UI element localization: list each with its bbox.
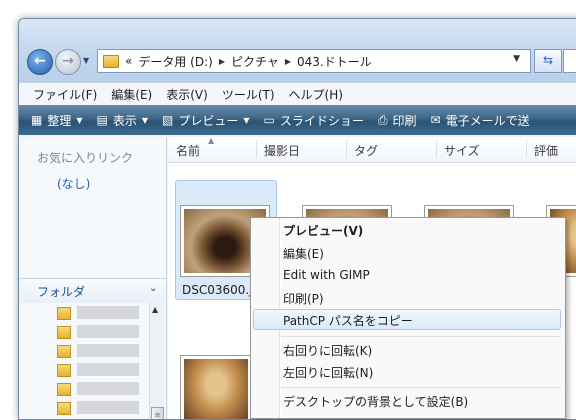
column-separator[interactable]: [256, 140, 257, 158]
refresh-button[interactable]: ⇆: [534, 49, 562, 73]
file-thumbnail[interactable]: [180, 355, 252, 419]
folders-header[interactable]: フォルダ ⌄: [19, 278, 166, 303]
scroll-up-icon[interactable]: ▲: [152, 305, 158, 314]
slideshow-label: スライドショー: [279, 113, 364, 128]
menu-item-rotate-right[interactable]: 右回りに回転(K): [283, 342, 372, 359]
navigation-pane: お気に入りリンク (なし) フォルダ ⌄ ▲ ≡: [19, 137, 167, 419]
breadcrumb-drive[interactable]: データ用 (D:): [138, 53, 212, 70]
folder-icon: [57, 364, 71, 377]
breadcrumb-pictures[interactable]: ピクチャ: [231, 53, 279, 70]
blurred-folder-name: [77, 401, 139, 414]
menu-item-rotate-left[interactable]: 左回りに回転(N): [283, 364, 373, 381]
blurred-folder-name: [77, 306, 139, 319]
recent-pages-dropdown[interactable]: ▼: [83, 56, 89, 65]
command-bar: ▦ 整理 ▼ ▤ 表示 ▼ ▧ プレビュー ▼ ▭ スライドショー ⎙ 印刷 ✉…: [19, 105, 576, 135]
column-name-label: 名前: [176, 144, 201, 158]
folder-icon: [57, 326, 71, 339]
chevron-down-icon: ▼: [76, 115, 83, 125]
menu-item-edit[interactable]: 編集(E): [283, 245, 324, 262]
chevron-down-icon[interactable]: ▼: [513, 54, 520, 64]
address-bar-area: ← → ▼ « データ用 (D:) ▶ ピクチャ ▶ 043.ドトール ▼ ⇆: [19, 19, 576, 85]
menu-file[interactable]: ファイル(F): [33, 86, 97, 103]
column-date-taken[interactable]: 撮影日: [264, 142, 300, 159]
photo-sandwich: [184, 359, 248, 419]
menu-bar: ファイル(F) 編集(E) 表示(V) ツール(T) ヘルプ(H): [19, 82, 576, 106]
chevron-down-icon: ▼: [243, 115, 250, 125]
tree-item[interactable]: [49, 379, 149, 398]
email-icon: ✉: [430, 113, 441, 127]
slideshow-icon: ▭: [263, 113, 275, 127]
blurred-folder-name: [77, 382, 139, 395]
column-header-row: 名前 ▲ 撮影日 タグ サイズ 評価: [168, 136, 576, 163]
email-label: 電子メールで送: [445, 113, 530, 128]
menu-tools[interactable]: ツール(T): [222, 86, 275, 103]
menu-item-pathcp-copy[interactable]: PathCP パス名をコピー: [283, 312, 413, 329]
print-button[interactable]: ⎙ 印刷: [378, 112, 417, 129]
blurred-folder-name: [77, 344, 139, 357]
menu-item-edit-gimp[interactable]: Edit with GIMP: [283, 268, 370, 282]
view-label: 表示: [112, 113, 137, 128]
slideshow-button[interactable]: ▭ スライドショー: [264, 112, 364, 129]
folders-header-label: フォルダ: [37, 285, 86, 299]
menu-separator: [281, 387, 561, 388]
selected-file-name[interactable]: DSC03600.J: [182, 283, 253, 297]
folder-icon: [103, 54, 119, 68]
column-separator[interactable]: [526, 140, 527, 158]
preview-icon: ▧: [162, 113, 174, 127]
tree-item[interactable]: [49, 341, 149, 360]
context-menu: プレビュー(V) 編集(E) Edit with GIMP 印刷(P) Path…: [250, 217, 566, 419]
column-separator[interactable]: [436, 140, 437, 158]
column-size[interactable]: サイズ: [444, 142, 480, 159]
column-tags[interactable]: タグ: [354, 142, 378, 159]
column-rating[interactable]: 評価: [534, 142, 558, 159]
tree-item[interactable]: [49, 322, 149, 341]
favorites-header: お気に入りリンク: [37, 151, 134, 165]
favorites-empty-item[interactable]: (なし): [57, 175, 90, 192]
tree-item[interactable]: [49, 303, 149, 322]
column-separator[interactable]: [346, 140, 347, 158]
chevron-right-icon[interactable]: ▶: [219, 57, 225, 66]
printer-icon: ⎙: [377, 112, 388, 127]
folder-tree: [49, 303, 149, 419]
chevron-down-icon: ⌄: [149, 283, 158, 294]
breadcrumb-overflow[interactable]: «: [125, 54, 132, 68]
folder-icon: [57, 345, 71, 358]
blurred-folder-name: [77, 325, 139, 338]
folder-scrollbar[interactable]: ▲ ≡: [149, 303, 164, 419]
sort-ascending-icon: ▲: [208, 136, 215, 145]
organize-icon: ▦: [31, 113, 43, 127]
folder-icon: [57, 383, 71, 396]
menu-view[interactable]: 表示(V): [166, 86, 208, 103]
forward-button[interactable]: →: [55, 49, 81, 75]
menu-item-print[interactable]: 印刷(P): [283, 290, 324, 307]
search-input[interactable]: [563, 49, 576, 73]
chevron-down-icon: ▼: [141, 115, 149, 125]
view-icon: ▤: [96, 113, 108, 127]
view-button[interactable]: ▤ 表示 ▼: [97, 112, 149, 129]
menu-item-preview[interactable]: プレビュー(V): [283, 222, 363, 239]
folder-icon: [57, 307, 71, 320]
blurred-folder-name: [77, 363, 139, 376]
back-button[interactable]: ←: [27, 49, 53, 75]
preview-label: プレビュー: [178, 113, 239, 128]
chevron-right-icon[interactable]: ▶: [285, 57, 291, 66]
address-field[interactable]: « データ用 (D:) ▶ ピクチャ ▶ 043.ドトール ▼: [97, 49, 531, 73]
breadcrumb-current[interactable]: 043.ドトール: [297, 53, 372, 70]
preview-button[interactable]: ▧ プレビュー ▼: [162, 112, 250, 129]
email-button[interactable]: ✉ 電子メールで送: [431, 112, 530, 129]
tree-item[interactable]: [49, 360, 149, 379]
organize-label: 整理: [47, 113, 72, 128]
menu-separator: [281, 336, 561, 337]
menu-edit[interactable]: 編集(E): [111, 86, 152, 103]
organize-button[interactable]: ▦ 整理 ▼: [31, 112, 83, 129]
print-label: 印刷: [392, 113, 417, 128]
menu-help[interactable]: ヘルプ(H): [289, 86, 343, 103]
column-name[interactable]: 名前: [176, 142, 200, 159]
tree-item[interactable]: [49, 398, 149, 417]
menu-item-set-desktop-background[interactable]: デスクトップの背景として設定(B): [283, 393, 468, 410]
